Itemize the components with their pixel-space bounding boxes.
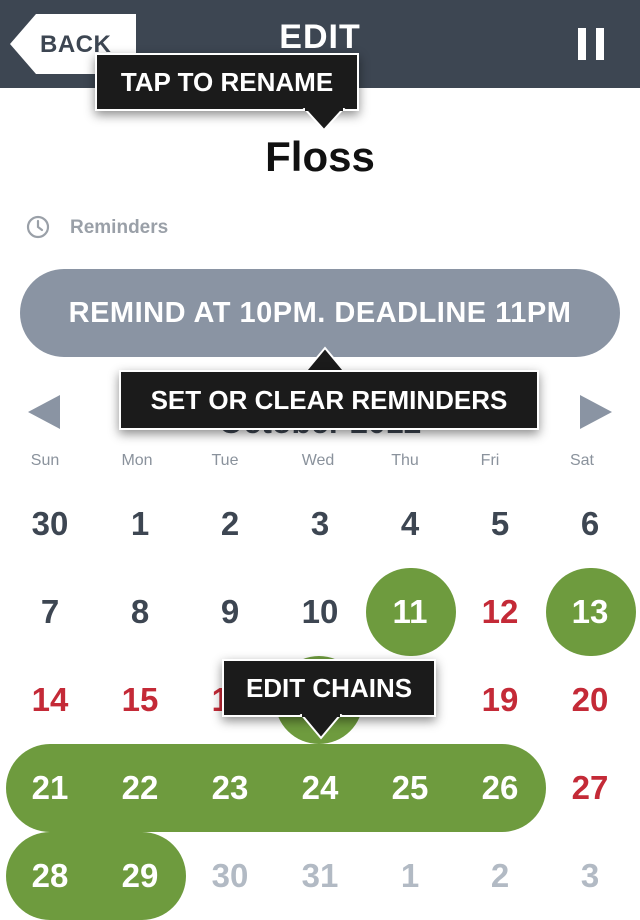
weekday-sun: Sun bbox=[30, 452, 60, 469]
calendar-day[interactable]: 3 bbox=[545, 832, 635, 920]
calendar-day[interactable]: 30 bbox=[5, 480, 95, 568]
rename-tooltip-box: TAP TO RENAME bbox=[95, 53, 359, 111]
calendar-day[interactable]: 31 bbox=[275, 832, 365, 920]
calendar-day[interactable]: 3 bbox=[275, 480, 365, 568]
calendar-day[interactable]: 28 bbox=[5, 832, 95, 920]
next-month-icon[interactable] bbox=[580, 395, 612, 429]
calendar-day[interactable]: 14 bbox=[5, 656, 95, 744]
calendar-day[interactable]: 25 bbox=[365, 744, 455, 832]
calendar-day[interactable]: 23 bbox=[185, 744, 275, 832]
calendar-day[interactable]: 22 bbox=[95, 744, 185, 832]
calendar-day[interactable]: 2 bbox=[185, 480, 275, 568]
calendar-day[interactable]: 21 bbox=[5, 744, 95, 832]
calendar-day[interactable]: 2 bbox=[455, 832, 545, 920]
weekday-fri: Fri bbox=[480, 452, 500, 469]
calendar-day[interactable]: 29 bbox=[95, 832, 185, 920]
reminders-label: Reminders bbox=[70, 217, 169, 238]
pause-bar-right bbox=[596, 28, 604, 60]
weekday-thu: Thu bbox=[391, 452, 419, 469]
calendar-day[interactable]: 8 bbox=[95, 568, 185, 656]
reminder-summary: REMIND AT 10PM. DEADLINE 11PM bbox=[68, 296, 572, 329]
chains-tooltip-box: EDIT CHAINS bbox=[222, 659, 436, 717]
calendar-day[interactable]: 30 bbox=[185, 832, 275, 920]
reminders-tooltip-box: SET OR CLEAR REMINDERS bbox=[119, 370, 539, 430]
weekday-sat: Sat bbox=[569, 452, 594, 469]
header-title: EDIT bbox=[279, 18, 361, 56]
weekday-tue: Tue bbox=[211, 452, 239, 469]
calendar-day[interactable]: 6 bbox=[545, 480, 635, 568]
calendar-day[interactable]: 10 bbox=[275, 568, 365, 656]
calendar-day[interactable]: 11 bbox=[365, 568, 455, 656]
habit-name[interactable]: Floss bbox=[0, 133, 640, 181]
clock-icon bbox=[26, 215, 50, 239]
pause-bar-left bbox=[578, 28, 586, 60]
calendar-day[interactable]: 5 bbox=[455, 480, 545, 568]
calendar-day[interactable]: 15 bbox=[95, 656, 185, 744]
calendar-day[interactable]: 1 bbox=[95, 480, 185, 568]
calendar-day[interactable]: 13 bbox=[545, 568, 635, 656]
calendar-day[interactable]: 1 bbox=[365, 832, 455, 920]
calendar-day[interactable]: 19 bbox=[455, 656, 545, 744]
rename-tooltip-arrow bbox=[302, 108, 346, 132]
chains-tooltip-arrow bbox=[299, 714, 343, 740]
calendar-day[interactable]: 7 bbox=[5, 568, 95, 656]
calendar-day[interactable]: 12 bbox=[455, 568, 545, 656]
weekday-mon: Mon bbox=[121, 452, 153, 469]
weekday-wed: Wed bbox=[301, 452, 335, 469]
calendar-day[interactable]: 20 bbox=[545, 656, 635, 744]
calendar-day[interactable]: 9 bbox=[185, 568, 275, 656]
calendar-day[interactable]: 4 bbox=[365, 480, 455, 568]
calendar-day[interactable]: 24 bbox=[275, 744, 365, 832]
calendar-day[interactable]: 27 bbox=[545, 744, 635, 832]
calendar-day[interactable]: 26 bbox=[455, 744, 545, 832]
pause-icon[interactable] bbox=[578, 28, 608, 60]
